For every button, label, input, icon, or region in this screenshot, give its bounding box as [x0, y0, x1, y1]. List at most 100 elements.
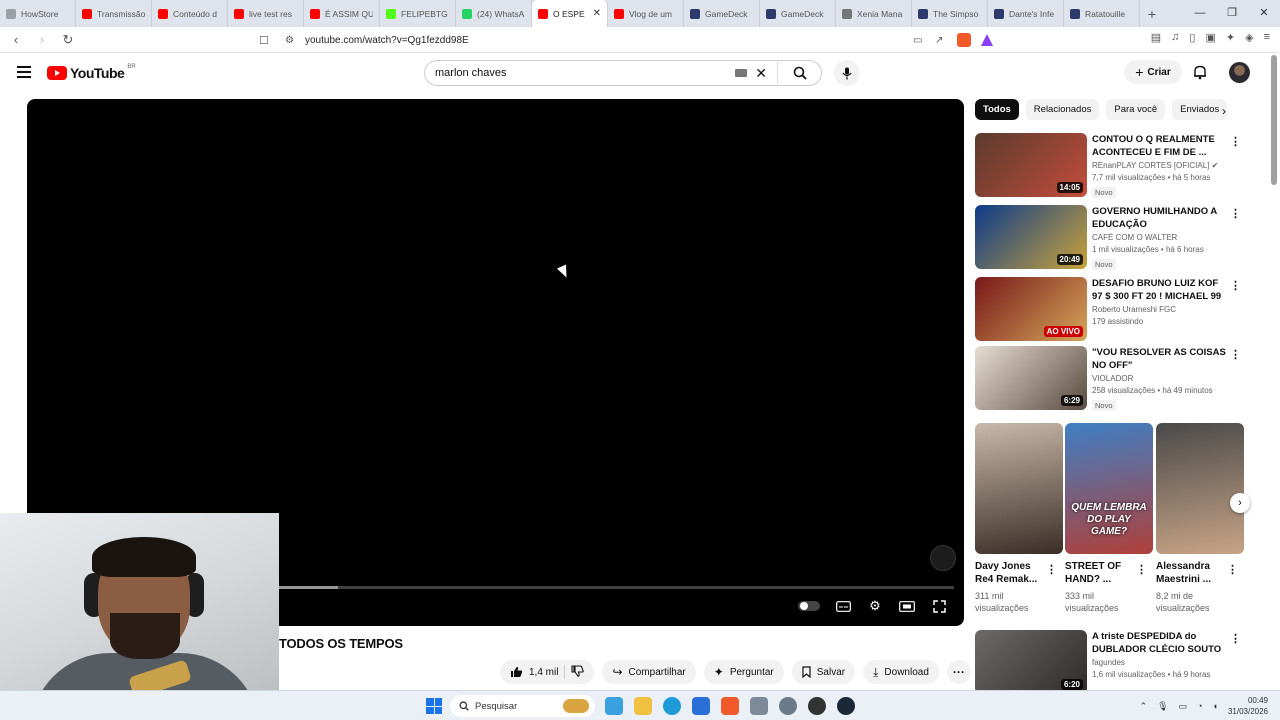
reload-icon[interactable]: ↻: [58, 32, 78, 48]
chip-enviados[interactable]: Enviados: [1172, 99, 1228, 120]
like-button[interactable]: 1,4 mil: [510, 666, 558, 678]
volume-icon[interactable]: ◖: [1213, 701, 1218, 711]
ask-button[interactable]: ✦ Perguntar: [703, 660, 784, 684]
browser-tab[interactable]: Conteúdo d: [152, 0, 228, 27]
progress-bar[interactable]: [277, 586, 954, 589]
browser-tab[interactable]: O ESPE ✕: [532, 0, 608, 27]
browser-tab[interactable]: GameDeck: [760, 0, 836, 27]
theater-mode-icon[interactable]: [898, 599, 916, 613]
more-options-icon[interactable]: ⋮: [1230, 135, 1241, 148]
keyboard-icon[interactable]: [735, 69, 748, 77]
new-tab-button[interactable]: +: [1140, 6, 1164, 22]
tray-expand-icon[interactable]: ⌃: [1140, 701, 1148, 712]
browser-tab[interactable]: Transmissão: [76, 0, 152, 27]
save-button[interactable]: Salvar: [791, 660, 856, 684]
autoplay-toggle[interactable]: [798, 601, 820, 611]
recommendation-thumbnail[interactable]: AO VIVO: [975, 277, 1087, 341]
recommendation-thumbnail[interactable]: 14:05: [975, 133, 1087, 197]
more-options-icon[interactable]: ⋮: [1046, 563, 1057, 576]
brave-rewards-icon[interactable]: [981, 34, 993, 46]
recommendation-title[interactable]: DESAFIO BRUNO LUIZ KOF 97 $ 300 FT 20 ! …: [1092, 277, 1230, 303]
more-options-icon[interactable]: ⋮: [1230, 348, 1241, 361]
recommendation-thumbnail[interactable]: 6:29: [975, 346, 1087, 410]
recommendation-title[interactable]: "VOU RESOLVER AS COISAS NO OFF": [1092, 346, 1230, 372]
browser-tab[interactable]: Vlog de um: [608, 0, 684, 27]
share-icon[interactable]: ↗: [935, 35, 943, 46]
settings-app-icon[interactable]: [779, 697, 797, 715]
store-icon[interactable]: [692, 697, 710, 715]
tray-mic-icon[interactable]: 🎙: [1157, 701, 1168, 712]
short-item[interactable]: Alessandra Maestrini ... 8,2 mi de visual…: [1156, 423, 1244, 613]
sidebar-icon[interactable]: ▯: [1189, 31, 1195, 44]
search-button[interactable]: [777, 60, 821, 86]
more-options-icon[interactable]: ⋮: [1230, 632, 1241, 645]
maximize-icon[interactable]: ❐: [1216, 0, 1248, 27]
edge-icon[interactable]: [663, 697, 681, 715]
clock[interactable]: 00:49 31/03/2026: [1228, 695, 1268, 717]
short-thumbnail[interactable]: [975, 423, 1063, 554]
back-icon[interactable]: ‹: [6, 32, 26, 47]
dislike-button[interactable]: [571, 664, 585, 680]
recommendation-title[interactable]: GOVERNO HUMILHANDO A EDUCAÇÃO: [1092, 205, 1230, 231]
short-item[interactable]: QUEM LEMBRA DO PLAY GAME? STREET OF HAND?…: [1065, 423, 1153, 613]
account-avatar[interactable]: [1229, 62, 1250, 83]
close-window-icon[interactable]: ✕: [1248, 0, 1280, 27]
chip-relacionados[interactable]: Relacionados: [1025, 99, 1100, 120]
shorts-next-button[interactable]: ›: [1230, 493, 1250, 513]
tab-close-icon[interactable]: ✕: [593, 8, 601, 19]
download-button[interactable]: ⤓ Download: [863, 660, 939, 684]
more-actions-button[interactable]: ···: [946, 660, 971, 684]
cast-icon[interactable]: ▭: [913, 35, 922, 46]
short-thumbnail[interactable]: QUEM LEMBRA DO PLAY GAME?: [1065, 423, 1153, 554]
short-item[interactable]: Davy Jones Re4 Remak... 311 mil visualiza…: [975, 423, 1063, 613]
brave-shield-icon[interactable]: [957, 33, 971, 47]
recommendation-channel[interactable]: REnanPLAY CORTES [OFICIAL] ✔: [1092, 161, 1230, 170]
share-button[interactable]: ↪ Compartilhar: [602, 660, 696, 684]
media-icon[interactable]: ♫: [1171, 31, 1179, 44]
steam-icon[interactable]: [837, 697, 855, 715]
more-options-icon[interactable]: ⋮: [1230, 207, 1241, 220]
channel-watermark-icon[interactable]: [930, 545, 956, 571]
recommendation-item[interactable]: 14:05 CONTOU O Q REALMENTE ACONTECEU E FI…: [975, 133, 1245, 198]
search-input[interactable]: marlon chaves: [425, 67, 735, 79]
leo-ai-icon[interactable]: ✦: [1226, 31, 1235, 44]
vpn-icon[interactable]: ◈: [1245, 31, 1253, 44]
wifi-icon[interactable]: ◔: [1197, 701, 1202, 711]
recommendation-thumbnail[interactable]: 6:20: [975, 630, 1087, 694]
chip-para-você[interactable]: Para você: [1106, 99, 1166, 120]
subtitles-icon[interactable]: [834, 599, 852, 613]
recommendation-channel[interactable]: fagundes: [1092, 658, 1230, 667]
recommendation-item[interactable]: AO VIVO DESAFIO BRUNO LUIZ KOF 97 $ 300 F…: [975, 277, 1245, 341]
site-info-icon[interactable]: ⚙: [285, 35, 294, 46]
short-title[interactable]: Alessandra Maestrini ...: [1156, 560, 1228, 586]
guide-menu-icon[interactable]: [17, 66, 31, 81]
taskbar-search[interactable]: Pesquisar: [450, 695, 595, 717]
short-thumbnail[interactable]: [1156, 423, 1244, 554]
short-title[interactable]: Davy Jones Re4 Remak...: [975, 560, 1047, 586]
recommendation-channel[interactable]: VIOLADOR: [1092, 374, 1230, 383]
recommendation-channel[interactable]: CAFÉ COM O WALTER: [1092, 233, 1230, 242]
clear-search-icon[interactable]: ✕: [755, 65, 767, 82]
browser-tab[interactable]: Dante's Infe: [988, 0, 1064, 27]
settings-gear-icon[interactable]: ⚙: [866, 598, 884, 613]
more-options-icon[interactable]: ⋮: [1230, 279, 1241, 292]
url-field[interactable]: ☐ ⚙ youtube.com/watch?v=Qg1fezdd98E ▭ ↗: [255, 30, 1025, 50]
page-scrollbar[interactable]: [1271, 55, 1277, 185]
browser-tab[interactable]: FELIPEBTG: [380, 0, 456, 27]
notifications-bell-icon[interactable]: [1192, 64, 1208, 80]
menu-icon[interactable]: ≡: [1264, 31, 1270, 44]
browser-tab[interactable]: HowStore: [0, 0, 76, 27]
browser-tab[interactable]: GameDeck: [684, 0, 760, 27]
voice-search-button[interactable]: [834, 60, 860, 86]
browser-tab[interactable]: Ratatouille: [1064, 0, 1140, 27]
short-title[interactable]: STREET OF HAND? ...: [1065, 560, 1137, 586]
recommendation-channel[interactable]: Roberto Urameshi FGC: [1092, 305, 1230, 314]
widgets-icon[interactable]: [605, 697, 623, 715]
recommendation-title[interactable]: A triste DESPEDIDA do DUBLADOR CLÉCIO SO…: [1092, 630, 1230, 656]
chip-todos[interactable]: Todos: [975, 99, 1019, 120]
windows-start-icon[interactable]: [426, 698, 442, 714]
wallet-icon[interactable]: ▣: [1205, 31, 1215, 44]
recommendation-item[interactable]: 6:20 A triste DESPEDIDA do DUBLADOR CLÉCI…: [975, 630, 1245, 694]
chips-next-icon[interactable]: ›: [1222, 104, 1226, 118]
browser-tab[interactable]: É ASSIM QU: [304, 0, 380, 27]
